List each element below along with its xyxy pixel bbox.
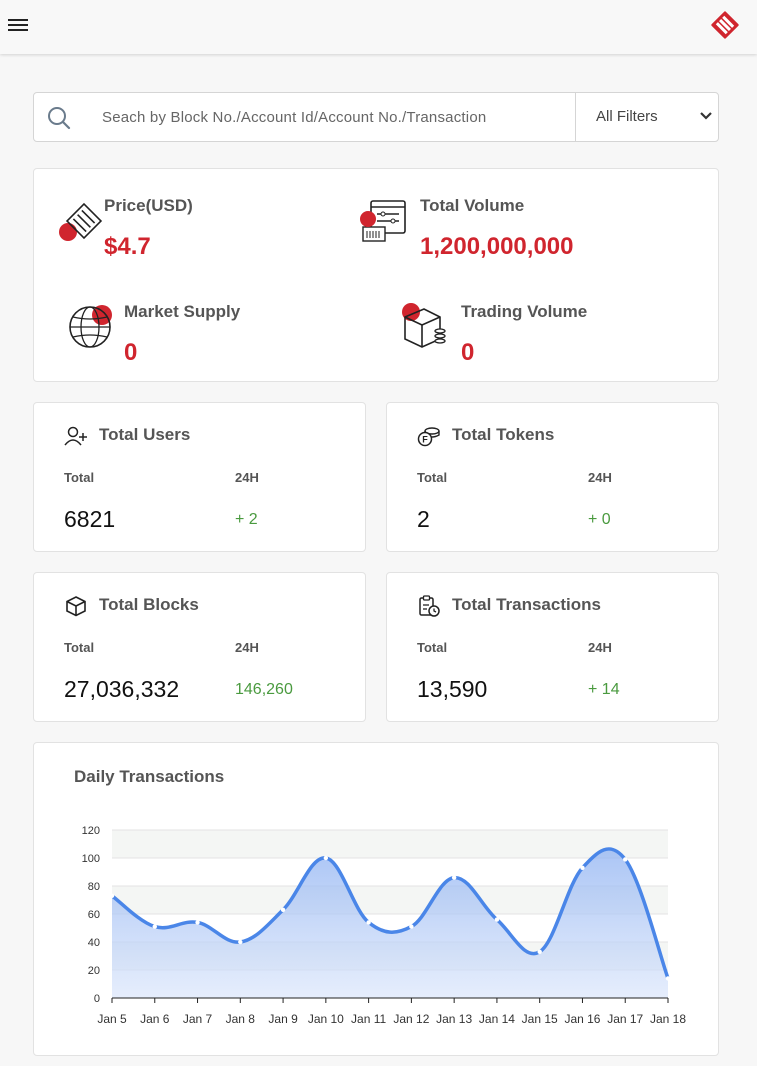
daily-transactions-chart: 0 20 40 60 80 100 120 Jan 5 Jan 6 Jan 7 Jan 8 Jan 9… bbox=[82, 825, 687, 1026]
filter-label: All Filters bbox=[596, 108, 658, 125]
y-tick-label: 40 bbox=[88, 937, 100, 949]
coin-logo-icon bbox=[59, 202, 103, 241]
trading-volume-title: Trading Volume bbox=[461, 302, 588, 321]
x-tick-label: Jan 13 bbox=[436, 1012, 472, 1026]
data-point bbox=[152, 924, 157, 929]
total-transactions-title: Total Transactions bbox=[452, 595, 601, 614]
tokens-coins-icon: F bbox=[417, 427, 440, 447]
data-point bbox=[238, 939, 243, 945]
total-label: Total bbox=[417, 470, 448, 485]
total-blocks-value: 27,036,332 bbox=[64, 676, 180, 702]
search-input[interactable] bbox=[102, 101, 572, 133]
data-point bbox=[494, 917, 500, 922]
add-user-icon bbox=[64, 426, 87, 446]
x-tick-label: Jan 10 bbox=[308, 1012, 344, 1026]
total-transactions-value: 13,590 bbox=[417, 676, 488, 702]
grid-band bbox=[112, 830, 668, 858]
data-point bbox=[409, 924, 414, 929]
globe-network-icon bbox=[69, 305, 112, 348]
x-tick-label: Jan 15 bbox=[522, 1012, 558, 1026]
data-point bbox=[280, 907, 286, 912]
filter-select[interactable]: All Filters bbox=[575, 93, 719, 141]
y-tick-label: 0 bbox=[94, 993, 100, 1005]
total-users-value: 6821 bbox=[64, 506, 116, 532]
x-tick-label: Jan 11 bbox=[351, 1012, 386, 1026]
data-point bbox=[451, 875, 457, 880]
y-tick-label: 100 bbox=[82, 853, 100, 865]
total-tokens-24h: + 0 bbox=[588, 511, 611, 528]
y-tick-label: 80 bbox=[88, 881, 100, 893]
data-point bbox=[665, 976, 671, 981]
price-value: $4.7 bbox=[104, 233, 151, 260]
total-users-card: Total Users Total 24H 6821 + 2 bbox=[33, 402, 366, 552]
h24-label: 24H bbox=[235, 470, 259, 485]
total-tokens-title: Total Tokens bbox=[452, 425, 555, 444]
svg-text:F: F bbox=[422, 435, 428, 445]
total-transactions-24h: + 14 bbox=[588, 681, 620, 698]
x-tick-label: Jan 16 bbox=[564, 1012, 600, 1026]
search-bar: All Filters bbox=[33, 92, 719, 142]
box-coins-icon bbox=[402, 303, 446, 348]
y-tick-label: 120 bbox=[82, 825, 100, 837]
brand-logo[interactable] bbox=[708, 8, 742, 42]
top-bar bbox=[0, 0, 757, 54]
total-volume-value: 1,200,000,000 bbox=[420, 233, 574, 260]
data-point bbox=[109, 893, 115, 898]
x-tick-label: Jan 18 bbox=[650, 1012, 686, 1026]
data-point bbox=[195, 920, 200, 925]
data-point bbox=[366, 920, 371, 925]
cube-icon bbox=[66, 596, 86, 617]
total-label: Total bbox=[64, 640, 95, 655]
data-point bbox=[623, 857, 628, 862]
y-tick-label: 20 bbox=[88, 965, 100, 977]
x-tick-label: Jan 12 bbox=[393, 1012, 429, 1026]
total-blocks-card: Total Blocks Total 24H 27,036,332 146,26… bbox=[33, 572, 366, 722]
search-icon[interactable] bbox=[46, 105, 72, 131]
x-tick-label: Jan 7 bbox=[183, 1012, 213, 1026]
total-transactions-card: Total Transactions Total 24H 13,590 + 14 bbox=[386, 572, 719, 722]
total-label: Total bbox=[64, 470, 95, 485]
total-volume-title: Total Volume bbox=[420, 196, 525, 215]
x-tick-label: Jan 8 bbox=[226, 1012, 256, 1026]
h24-label: 24H bbox=[588, 640, 612, 655]
clipboard-clock-icon bbox=[419, 595, 440, 617]
h24-label: 24H bbox=[235, 640, 259, 655]
data-point bbox=[323, 855, 329, 861]
total-label: Total bbox=[417, 640, 448, 655]
price-title: Price(USD) bbox=[104, 196, 193, 215]
market-supply-title: Market Supply bbox=[124, 302, 241, 321]
total-blocks-24h: 146,260 bbox=[235, 681, 293, 698]
total-users-title: Total Users bbox=[99, 425, 191, 444]
daily-transactions-card: Daily Transactions 0 20 40 60 80 100 120 Jan 5J… bbox=[33, 742, 719, 1056]
y-tick-label: 60 bbox=[88, 909, 100, 921]
h24-label: 24H bbox=[588, 470, 612, 485]
total-tokens-value: 2 bbox=[417, 506, 430, 532]
overview-card: Price(USD) $4.7 Total Volume 1,200,000,0… bbox=[33, 168, 719, 382]
total-blocks-title: Total Blocks bbox=[99, 595, 199, 614]
data-point bbox=[580, 865, 585, 870]
hamburger-icon[interactable] bbox=[8, 16, 28, 34]
volume-dashboard-icon bbox=[360, 200, 406, 242]
total-tokens-card: F Total Tokens Total 24H 2 + 0 bbox=[386, 402, 719, 552]
x-tick-label: Jan 9 bbox=[268, 1012, 298, 1026]
x-tick-label: Jan 5 bbox=[97, 1012, 127, 1026]
x-tick-label: Jan 17 bbox=[607, 1012, 643, 1026]
x-tick-label: Jan 6 bbox=[140, 1012, 170, 1026]
market-supply-value: 0 bbox=[124, 339, 138, 366]
x-tick-label: Jan 14 bbox=[479, 1012, 515, 1026]
total-users-24h: + 2 bbox=[235, 511, 258, 528]
data-point bbox=[537, 949, 542, 954]
chevron-down-icon bbox=[700, 112, 712, 120]
trading-volume-value: 0 bbox=[461, 339, 475, 366]
